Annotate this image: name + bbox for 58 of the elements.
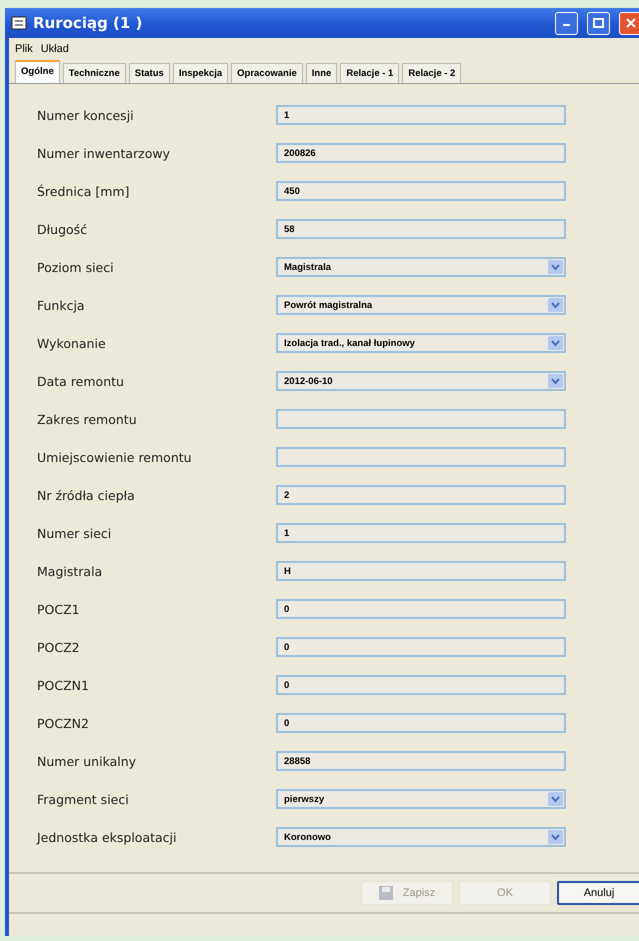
field-label: Numer sieci bbox=[37, 526, 112, 540]
input-field[interactable]: 200826 bbox=[276, 143, 566, 163]
window-title: Rurociąg (1 ) bbox=[33, 14, 144, 32]
minimize-button[interactable] bbox=[555, 12, 578, 34]
dropdown-field[interactable]: Koronowo bbox=[276, 827, 566, 847]
menu-item[interactable]: Plik bbox=[15, 43, 33, 55]
field-label: Data remontu bbox=[37, 374, 125, 388]
dropdown-field[interactable]: 2012-06-10 bbox=[276, 371, 566, 391]
field-label: POCZ2 bbox=[37, 640, 81, 654]
input-field[interactable]: 0 bbox=[276, 599, 566, 619]
field-label: Nr źródła ciepła bbox=[37, 488, 136, 502]
dropdown-field[interactable]: Magistrala bbox=[276, 257, 566, 277]
input-field[interactable]: 58 bbox=[276, 219, 566, 239]
field-label: Numer koncesji bbox=[37, 108, 135, 122]
menu-item[interactable]: Układ bbox=[40, 43, 69, 55]
tab[interactable]: Status bbox=[128, 63, 170, 83]
tab[interactable]: Inspekcja bbox=[172, 63, 228, 83]
tab[interactable]: Relacje - 2 bbox=[402, 63, 462, 83]
dropdown-field[interactable]: pierwszy bbox=[276, 789, 566, 809]
input-field[interactable]: 2 bbox=[276, 485, 566, 505]
field-label: Zakres remontu bbox=[37, 412, 138, 426]
tab[interactable]: Ogólne bbox=[15, 60, 60, 83]
input-field[interactable] bbox=[276, 447, 566, 467]
field-label: Jednostka eksploatacji bbox=[37, 830, 178, 844]
input-field[interactable]: 0 bbox=[276, 637, 566, 657]
field-label: Długość bbox=[37, 222, 88, 236]
tab[interactable]: Techniczne bbox=[62, 63, 126, 83]
tab[interactable]: Inne bbox=[306, 63, 338, 83]
field-label: Numer unikalny bbox=[37, 754, 138, 768]
input-field[interactable]: 0 bbox=[276, 713, 566, 733]
field-label: Funkcja bbox=[37, 298, 86, 312]
field-label: Średnica [mm] bbox=[37, 184, 130, 198]
input-field[interactable]: 1 bbox=[276, 523, 566, 543]
field-label: Poziom sieci bbox=[37, 260, 115, 274]
maximize-button[interactable] bbox=[587, 12, 610, 34]
maximize-icon bbox=[593, 18, 604, 28]
input-field[interactable]: 0 bbox=[276, 675, 566, 695]
window-icon bbox=[11, 16, 27, 30]
field-label: POCZ1 bbox=[37, 602, 81, 616]
dropdown-field[interactable]: Powrót magistralna bbox=[276, 295, 566, 315]
dialog-button[interactable]: Anuluj bbox=[557, 881, 639, 905]
close-button[interactable] bbox=[619, 12, 639, 34]
input-field[interactable]: 450 bbox=[276, 181, 566, 201]
input-field[interactable]: 1 bbox=[276, 105, 566, 125]
field-label: Fragment sieci bbox=[37, 792, 130, 806]
field-label: Numer inwentarzowy bbox=[37, 146, 172, 160]
input-field[interactable]: H bbox=[276, 561, 566, 581]
field-label: POCZN2 bbox=[37, 716, 90, 730]
input-field[interactable] bbox=[276, 409, 566, 429]
input-field[interactable]: 28858 bbox=[276, 751, 566, 771]
field-label: Wykonanie bbox=[37, 336, 107, 350]
dropdown-field[interactable]: Izolacja trad., kanał łupinowy bbox=[276, 333, 566, 353]
tab[interactable]: Opracowanie bbox=[231, 63, 303, 83]
close-icon bbox=[626, 18, 636, 28]
field-label: Magistrala bbox=[37, 564, 104, 578]
tab[interactable]: Relacje - 1 bbox=[340, 63, 400, 83]
field-label: Umiejscowienie remontu bbox=[37, 450, 193, 464]
field-label: POCZN1 bbox=[37, 678, 90, 692]
